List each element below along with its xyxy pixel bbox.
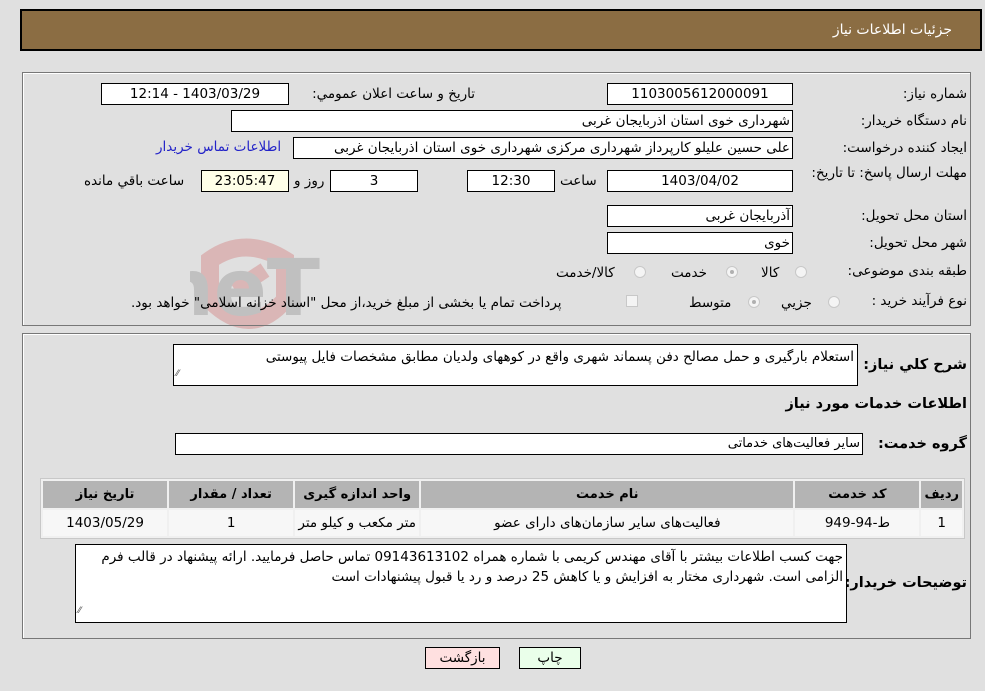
col-header-row-number: رديف: [921, 481, 962, 508]
announce-datetime-label: تاریخ و ساعت اعلان عمومي:: [312, 86, 475, 102]
delivery-city-label: شهر محل تحویل:: [869, 235, 967, 251]
need-number-label: شماره نیاز:: [902, 86, 967, 102]
category-radio-goods-service[interactable]: [634, 266, 646, 278]
table-row: 1 ط-94-949 فعالیت‌های سایر سازمان‌های دا…: [43, 510, 962, 536]
cell-row-number: 1: [921, 510, 962, 536]
treasury-bonds-label: پرداخت تمام يا بخشی از مبلغ خريد،از محل …: [131, 295, 562, 311]
cell-service-name: فعالیت‌های سایر سازمان‌های دارای عضو: [421, 510, 794, 536]
print-button[interactable]: چاپ: [519, 647, 581, 669]
buyer-notes-label: توضيحات خريدار:: [844, 575, 967, 591]
buyer-org-field: شهرداری خوی استان اذربایجان غربی: [231, 110, 793, 132]
remaining-time-label: ساعت باقي مانده: [84, 173, 185, 189]
description-label: شرح کلي نياز:: [863, 357, 967, 373]
announce-datetime-field: 1403/03/29 - 12:14: [101, 83, 289, 105]
buyer-org-label: نام دستگاه خريدار:: [860, 113, 967, 129]
services-section-title: اطلاعات خدمات مورد نياز: [785, 396, 967, 412]
deadline-time-label: ساعت: [560, 173, 597, 189]
days-remaining-field: 3: [330, 170, 418, 192]
cell-unit: متر مکعب و کیلو متر: [295, 510, 420, 536]
cell-service-code: ط-94-949: [795, 510, 920, 536]
category-option-service: خدمت: [671, 265, 707, 281]
buyer-contact-link[interactable]: اطلاعات تماس خریدار: [156, 139, 281, 155]
deadline-time-field: 12:30: [467, 170, 555, 192]
remaining-time-field: 23:05:47: [201, 170, 289, 192]
need-number-field: 1103005612000091: [607, 83, 793, 105]
purchase-type-radio-minor[interactable]: [828, 296, 840, 308]
page-header: جزئیات اطلاعات نیاز: [20, 9, 982, 51]
deadline-label: مهلت ارسال پاسخ: تا تاریخ:: [811, 165, 967, 181]
col-header-service-code: کد خدمت: [795, 481, 920, 508]
col-header-need-date: تاريخ نياز: [43, 481, 168, 508]
purchase-type-radio-medium[interactable]: [748, 296, 760, 308]
requester-field: علی حسین علیلو کارپرداز شهرداری مرکزی شه…: [293, 137, 793, 159]
days-label: روز و: [294, 173, 325, 189]
services-table: رديف کد خدمت نام خدمت واحد اندازه گيری ت…: [40, 478, 965, 539]
category-radio-service[interactable]: [726, 266, 738, 278]
delivery-province-label: استان محل تحویل:: [861, 208, 967, 224]
description-text: استعلام بارگیری و حمل مصالح دفن پسماند ش…: [265, 349, 854, 365]
purchase-type-label: نوع فرآيند خريد :: [871, 293, 967, 309]
cell-quantity: 1: [169, 510, 294, 536]
purchase-type-option-medium: متوسط: [689, 295, 732, 311]
deadline-date-field: 1403/04/02: [607, 170, 793, 192]
cell-need-date: 1403/05/29: [43, 510, 168, 536]
col-header-service-name: نام خدمت: [421, 481, 794, 508]
treasury-bonds-checkbox[interactable]: [626, 295, 638, 307]
page-title: جزئیات اطلاعات نیاز: [832, 22, 952, 38]
resize-grip-icon[interactable]: ⁄⁄: [78, 601, 81, 621]
category-radio-goods[interactable]: [795, 266, 807, 278]
delivery-city-field: خوی: [607, 232, 793, 254]
table-header-row: رديف کد خدمت نام خدمت واحد اندازه گيری ت…: [43, 481, 962, 508]
buyer-notes-textarea[interactable]: جهت کسب اطلاعات بیشتر با آقای مهندس کریم…: [75, 544, 847, 623]
service-group-field: سایر فعالیت‌های خدماتی: [175, 433, 863, 455]
description-textarea[interactable]: استعلام بارگیری و حمل مصالح دفن پسماند ش…: [173, 344, 858, 386]
requester-label: ایجاد کننده درخواست:: [842, 140, 967, 156]
category-option-goods-service: کالا/خدمت: [556, 265, 615, 281]
back-button[interactable]: بازگشت: [425, 647, 500, 669]
buyer-notes-text: جهت کسب اطلاعات بیشتر با آقای مهندس کریم…: [101, 549, 843, 585]
category-label: طبقه بندی موضوعی:: [847, 263, 967, 279]
service-group-label: گروه خدمت:: [877, 436, 967, 452]
resize-grip-icon[interactable]: ⁄⁄: [176, 364, 179, 384]
col-header-unit: واحد اندازه گيری: [295, 481, 420, 508]
col-header-quantity: تعداد / مقدار: [169, 481, 294, 508]
purchase-type-option-minor: جزيي: [781, 295, 812, 311]
delivery-province-field: آذربایجان غربی: [607, 205, 793, 227]
category-option-goods: کالا: [761, 265, 780, 281]
